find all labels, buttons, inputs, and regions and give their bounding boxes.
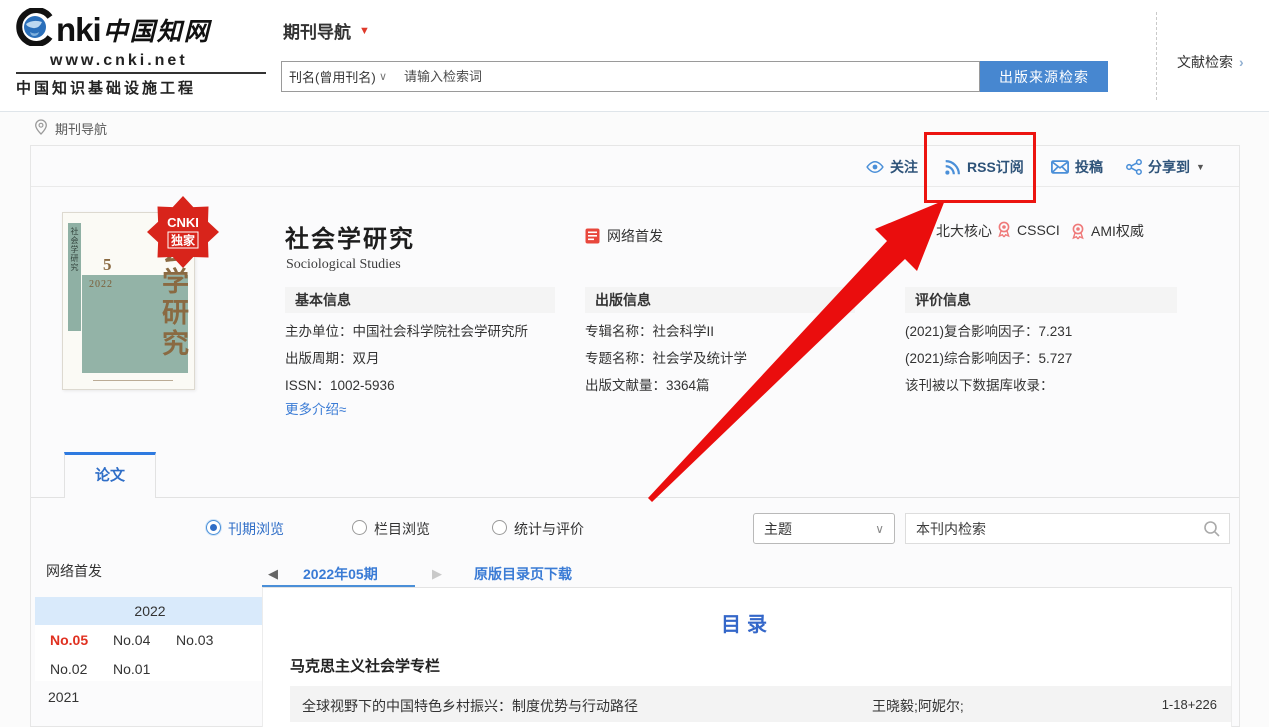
info-row-indexed-by: 该刊被以下数据库收录： [905,374,1054,394]
radio-column-browse-label[interactable]: 栏目浏览 [374,519,430,539]
radio-column-browse[interactable] [352,520,367,535]
prev-issue-arrow-icon[interactable]: ◀ [268,566,278,582]
location-pin-icon [34,119,48,138]
article-pages: 1-18+226 [1162,697,1217,712]
info-row-issn: ISSN：1002-5936 [285,374,395,394]
chevron-down-icon: ∨ [379,70,387,83]
red-triangle-down-icon: ▼ [359,25,370,37]
publish-info-header: 出版信息 [585,287,855,313]
radio-issue-browse[interactable] [206,520,221,535]
original-toc-download-link[interactable]: 原版目录页下载 [474,564,572,584]
current-issue-tab[interactable]: 2022年05期 [303,564,378,584]
journal-nav-title[interactable]: 期刊导航 ▼ [283,18,370,43]
cnki-logo[interactable]: nki 中国知网 www.cnki.net 中国知识基础设施工程 [16,8,266,98]
info-row-sponsor: 主办单位：中国社会科学院社会学研究所 [285,320,528,340]
issue-no05[interactable]: No.05 [50,632,88,648]
badge-peking-core: 北大核心 [936,221,992,241]
cover-year: 2022 [89,279,113,290]
tab-divider [31,497,1239,498]
info-row-composite-if: (2021)复合影响因子：7.231 [905,320,1072,340]
rss-icon [944,159,961,176]
in-journal-search-input[interactable] [906,514,1186,543]
topic-select[interactable]: 主题 ∨ [753,513,895,544]
tab-papers[interactable]: 论文 [64,452,156,498]
cover-issue-number: 5 [103,255,112,275]
article-title[interactable]: 全球视野下的中国特色乡村振兴：制度优势与行动路径 [302,696,638,716]
info-row-topic: 专题名称：社会学及统计学 [585,347,747,367]
share-icon [1126,159,1142,175]
breadcrumb-label: 期刊导航 [55,119,107,138]
sidebar-year-2021[interactable]: 2021 [48,689,79,705]
magnifier-icon[interactable] [1203,520,1221,538]
info-row-doc-count: 出版文献量：3364篇 [585,374,710,394]
cnki-exclusive-badge: CNKI 独家 [147,196,219,273]
double-wave-icon: ≈ [339,402,346,417]
info-row-frequency: 出版周期：双月 [285,347,380,367]
radio-stats-eval[interactable] [492,520,507,535]
sidebar-year-2022[interactable]: 2022 [35,597,265,625]
eval-info-header: 评价信息 [905,287,1177,313]
journal-subtitle: Sociological Studies [286,257,401,273]
globe-icon [16,8,54,51]
svg-text:独家: 独家 [170,233,196,248]
eye-icon [866,160,884,174]
basic-info-header: 基本信息 [285,287,555,313]
chevron-right-icon: › [1239,54,1244,70]
breadcrumb: 期刊导航 [34,119,107,138]
header: nki 中国知网 www.cnki.net 中国知识基础设施工程 期刊导航 ▼ … [0,0,1269,112]
next-issue-arrow-icon[interactable]: ▶ [432,566,442,582]
article-authors[interactable]: 王晓毅;阿妮尔; [872,696,964,716]
online-first-flag: 网络首发 [585,226,663,246]
medal-icon [996,221,1012,238]
follow-button[interactable]: 关注 [866,157,918,177]
issue-no01[interactable]: No.01 [113,661,150,677]
cover-footer-line [93,380,173,381]
sidebar-online-first[interactable]: 网络首发 [46,561,102,581]
info-row-album: 专辑名称：社会科学II [585,320,714,340]
article-row[interactable]: 全球视野下的中国特色乡村振兴：制度优势与行动路径 王晓毅;阿妮尔; 1-18+2… [290,686,1231,722]
radio-stats-eval-label[interactable]: 统计与评价 [514,519,584,539]
badge-ami: AMI权威 [1070,221,1144,241]
info-row-comprehensive-if: (2021)综合影响因子：5.727 [905,347,1072,367]
logo-nki-text: nki [56,13,101,46]
current-issue-underline [262,585,415,587]
cnki-journal-page: nki 中国知网 www.cnki.net 中国知识基础设施工程 期刊导航 ▼ … [0,0,1269,727]
in-journal-search [905,513,1230,544]
submit-manuscript-button[interactable]: 投稿 [1051,157,1103,177]
publication-search-button[interactable]: 出版来源检索 [980,61,1108,92]
envelope-icon [1051,160,1069,174]
issue-no04[interactable]: No.04 [113,632,150,648]
journal-title: 社会学研究 [285,219,415,254]
issue-no03[interactable]: No.03 [176,632,213,648]
chevron-down-icon: ∨ [875,522,884,536]
more-intro-link[interactable]: 更多介绍≈ [285,398,346,418]
caret-down-icon: ▼ [1196,162,1205,172]
rss-subscribe-button[interactable]: RSS订阅 [944,157,1024,177]
radio-issue-browse-label[interactable]: 刊期浏览 [228,519,284,539]
search-input[interactable] [394,61,980,92]
logo-brand-cn: 中国知网 [103,12,211,48]
toc-title: 目录 [262,608,1232,637]
cover-strip-title: 社会学研究 [69,227,80,272]
toc-section-title: 马克思主义社会学专栏 [290,655,440,676]
svg-text:CNKI: CNKI [167,215,199,230]
literature-search-link[interactable]: 文献检索› [1177,52,1244,72]
logo-slogan: 中国知识基础设施工程 [16,72,266,98]
issue-no02[interactable]: No.02 [50,661,87,677]
document-icon [585,228,600,244]
action-bar-divider [31,186,1239,187]
share-button[interactable]: 分享到 ▼ [1126,157,1205,177]
dashed-divider [1156,12,1157,100]
logo-url: www.cnki.net [50,52,266,70]
badge-cssci: CSSCI [996,221,1060,238]
medal-icon [1070,223,1086,240]
search-field-select[interactable]: 刊名(曾用刊名) ∨ [281,61,395,92]
